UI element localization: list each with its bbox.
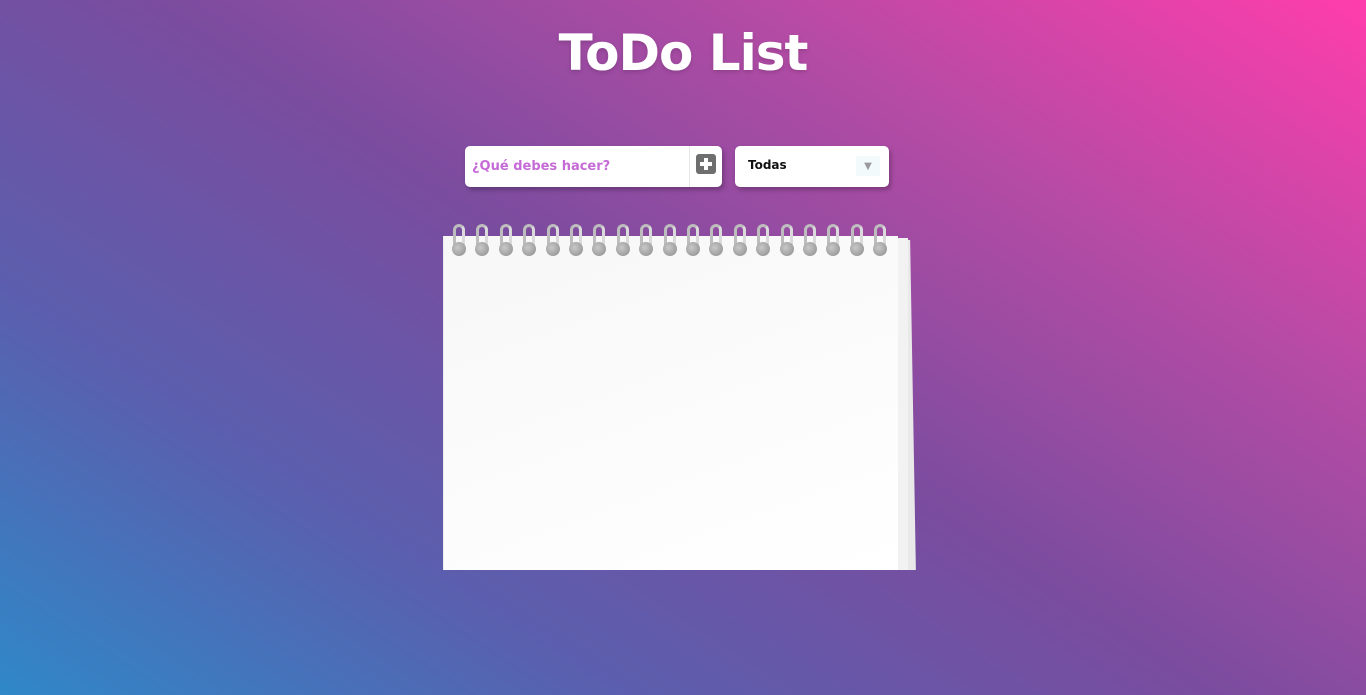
- spiral-ring: [708, 222, 724, 260]
- spiral-ring: [872, 222, 888, 260]
- spiral-binding: [451, 222, 891, 262]
- spiral-ring: [521, 222, 537, 260]
- spiral-ring: [638, 222, 654, 260]
- filter-selected-value: Todas: [748, 158, 787, 172]
- filter-select[interactable]: Todas ▼: [735, 146, 889, 187]
- todo-notebook: [443, 222, 917, 570]
- spiral-ring: [662, 222, 678, 260]
- spiral-ring: [591, 222, 607, 260]
- add-task-button[interactable]: [689, 146, 722, 187]
- spiral-ring: [615, 222, 631, 260]
- chevron-down-icon: ▼: [856, 156, 880, 176]
- task-input[interactable]: [465, 146, 689, 187]
- spiral-ring: [779, 222, 795, 260]
- page-title: ToDo List: [558, 24, 809, 82]
- spiral-ring: [545, 222, 561, 260]
- spiral-ring: [755, 222, 771, 260]
- spiral-ring: [732, 222, 748, 260]
- todo-list-page: [443, 236, 898, 570]
- spiral-ring: [474, 222, 490, 260]
- spiral-ring: [849, 222, 865, 260]
- spiral-ring: [451, 222, 467, 260]
- spiral-ring: [498, 222, 514, 260]
- task-input-wrapper: [465, 146, 722, 187]
- plus-icon: [696, 154, 716, 174]
- spiral-ring: [568, 222, 584, 260]
- spiral-ring: [685, 222, 701, 260]
- spiral-ring: [802, 222, 818, 260]
- spiral-ring: [825, 222, 841, 260]
